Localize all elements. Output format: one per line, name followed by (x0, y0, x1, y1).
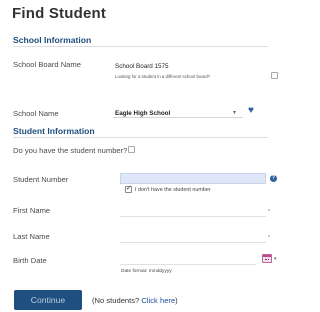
chevron-down-icon: ▾ (233, 110, 237, 116)
student-information-header: Student Information (13, 126, 95, 136)
school-name-value: Eagle High School (115, 110, 171, 117)
school-board-label: School Board Name (13, 60, 81, 69)
page-title: Find Student (12, 5, 107, 22)
section-divider (13, 137, 268, 138)
continue-button[interactable]: Continue (14, 290, 82, 310)
different-board-checkbox[interactable] (271, 72, 278, 79)
school-information-header: School Information (13, 35, 92, 45)
no-students-label: No students? (94, 296, 140, 305)
last-name-input[interactable] (120, 242, 266, 243)
date-format-hint: Date format: mmddyyyy (121, 269, 172, 274)
school-name-select[interactable]: Eagle High School ▾ (113, 107, 243, 118)
click-here-link[interactable]: Click here (141, 296, 175, 305)
birth-date-label: Birth Date (13, 256, 47, 265)
required-marker (268, 235, 270, 237)
no-student-number-label: I don't have the student number (135, 187, 211, 193)
section-divider (13, 46, 268, 47)
first-name-input[interactable] (120, 216, 266, 217)
school-name-label: School Name (13, 109, 59, 118)
no-students-text: (No students? Click here) (92, 296, 178, 305)
student-number-input[interactable] (120, 173, 266, 184)
no-student-number-checkbox[interactable] (125, 184, 132, 193)
have-student-number-label: Do you have the student number? (13, 146, 128, 155)
chevron-down-icon[interactable]: ▾ (274, 256, 277, 262)
birth-date-input[interactable] (120, 255, 256, 265)
have-student-number-checkbox[interactable] (128, 146, 135, 153)
last-name-label: Last Name (13, 232, 50, 241)
heart-icon[interactable]: ♥ (248, 106, 254, 116)
first-name-label: First Name (13, 206, 51, 215)
help-icon[interactable]: ? (270, 175, 277, 182)
required-marker (268, 209, 270, 211)
student-number-label: Student Number (13, 175, 69, 184)
school-board-value: School Board 1575 (115, 63, 169, 70)
different-board-text: Looking for a student in a different sch… (115, 74, 211, 79)
find-student-page: Find Student School Information School B… (0, 0, 281, 312)
calendar-icon[interactable] (262, 254, 272, 263)
